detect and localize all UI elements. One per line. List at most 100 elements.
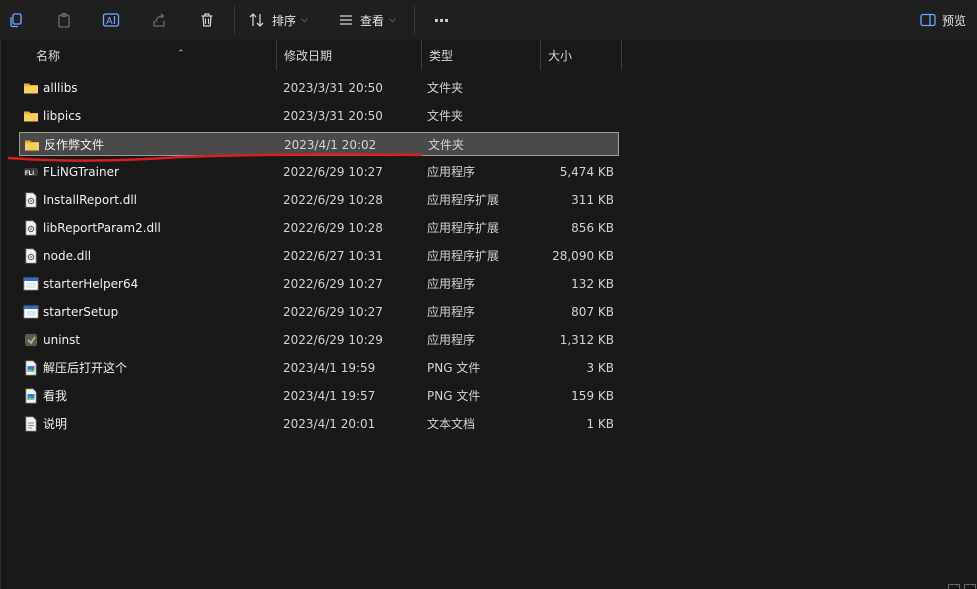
more-options-button[interactable]: ··· — [430, 6, 452, 34]
file-name: alllibs — [43, 81, 78, 95]
file-size: 28,090 KB — [552, 249, 614, 263]
folder-icon — [24, 137, 40, 153]
file-size: 5,474 KB — [559, 165, 614, 179]
trash-icon — [201, 13, 213, 27]
column-header-type-label: 类型 — [429, 49, 454, 63]
view-button[interactable]: 查看 ⌵ — [338, 6, 396, 34]
chevron-down-icon: ⌵ — [301, 15, 308, 25]
folder-icon — [23, 108, 39, 124]
file-date-modified: 2022/6/29 10:27 — [283, 277, 383, 291]
svg-text:FLi: FLi — [25, 171, 34, 177]
dll-file-icon — [23, 248, 39, 264]
file-size: 856 KB — [571, 221, 614, 235]
file-type: 文件夹 — [428, 138, 465, 152]
file-name: node.dll — [43, 249, 92, 263]
file-row[interactable]: node.dll 2022/6/27 10:31 应用程序扩展 28,090 KB — [19, 244, 619, 268]
file-row[interactable]: uninst 2022/6/29 10:29 应用程序 1,312 KB — [19, 328, 619, 352]
folder-icon — [23, 80, 39, 96]
file-date-modified: 2022/6/27 10:31 — [283, 249, 383, 263]
file-date-modified: 2022/6/29 10:27 — [283, 305, 383, 319]
file-type: 应用程序扩展 — [427, 221, 500, 235]
image-file-icon — [23, 388, 39, 404]
share-icon — [153, 13, 165, 27]
share-button[interactable] — [149, 6, 169, 34]
delete-button[interactable] — [197, 6, 217, 34]
file-date-modified: 2023/4/1 19:59 — [283, 361, 376, 375]
copy-button[interactable] — [6, 6, 26, 34]
file-date-modified: 2023/4/1 19:57 — [283, 389, 376, 403]
rename-button[interactable]: A — [101, 6, 121, 34]
file-type: 文本文档 — [427, 417, 476, 431]
file-row[interactable]: libpics 2023/3/31 20:50 文件夹 — [19, 104, 619, 128]
file-row[interactable]: libReportParam2.dll 2022/6/29 10:28 应用程序扩展… — [19, 216, 619, 240]
file-row[interactable]: FLi FLiNGTrainer 2022/6/29 10:27 应用程序 5,474 … — [19, 160, 619, 184]
file-type: 应用程序 — [427, 165, 476, 179]
file-size: 311 KB — [571, 193, 614, 207]
trainer-app-icon: FLi — [23, 164, 39, 180]
file-date-modified: 2023/3/31 20:50 — [283, 81, 383, 95]
file-name: 反作弊文件 — [44, 138, 105, 152]
column-header-name[interactable]: 名称 ⌃ — [29, 40, 277, 70]
file-date-modified: 2022/6/29 10:28 — [283, 221, 383, 235]
file-type: 文件夹 — [427, 81, 464, 95]
command-bar: A 排序 ⌵ 查看 ⌵ ··· 预览 — [0, 0, 977, 40]
paste-icon — [58, 12, 70, 28]
column-header-size-label: 大小 — [548, 49, 573, 63]
file-name: starterSetup — [43, 305, 119, 319]
file-size: 1 KB — [586, 417, 614, 431]
column-header-size[interactable]: 大小 — [541, 40, 622, 70]
more-icon: ··· — [433, 10, 449, 30]
file-type: 应用程序扩展 — [427, 249, 500, 263]
preview-label: 预览 — [942, 13, 967, 28]
view-list-icon — [340, 15, 352, 25]
image-file-icon — [23, 360, 39, 376]
dll-file-icon — [23, 192, 39, 208]
file-type: 应用程序扩展 — [427, 193, 500, 207]
file-name: 看我 — [43, 389, 68, 403]
file-size — [549, 76, 614, 100]
file-name: 说明 — [43, 417, 68, 431]
file-type: 应用程序 — [427, 305, 476, 319]
uninstaller-icon — [23, 332, 39, 348]
file-size: 132 KB — [571, 277, 614, 291]
text-file-icon — [23, 416, 39, 432]
file-type: 文件夹 — [427, 109, 464, 123]
toolbar-divider — [414, 6, 415, 34]
file-row[interactable]: 看我 2023/4/1 19:57 PNG 文件 159 KB — [19, 384, 619, 408]
rename-icon: A — [102, 13, 120, 27]
file-row[interactable]: 说明 2023/4/1 20:01 文本文档 1 KB — [19, 412, 619, 436]
sort-icon — [249, 13, 264, 27]
exe-window-icon — [23, 276, 39, 292]
column-header-date[interactable]: 修改日期 — [277, 40, 422, 70]
file-date-modified: 2023/4/1 20:01 — [283, 417, 376, 431]
scrollbar-corner[interactable] — [948, 583, 977, 589]
file-row[interactable]: 解压后打开这个 2023/4/1 19:59 PNG 文件 3 KB — [19, 356, 619, 380]
file-type: PNG 文件 — [427, 389, 481, 403]
file-size: 807 KB — [571, 305, 614, 319]
column-header-type[interactable]: 类型 — [422, 40, 541, 70]
file-size — [549, 104, 614, 128]
file-row[interactable]: InstallReport.dll 2022/6/29 10:28 应用程序扩展 31… — [19, 188, 619, 212]
file-name: libReportParam2.dll — [43, 221, 161, 235]
file-name: FLiNGTrainer — [43, 165, 119, 179]
file-name: InstallReport.dll — [43, 193, 138, 207]
file-row[interactable]: alllibs 2023/3/31 20:50 文件夹 — [19, 76, 619, 100]
file-row[interactable]: starterHelper64 2022/6/29 10:27 应用程序 132 KB — [19, 272, 619, 296]
file-date-modified: 2022/6/29 10:28 — [283, 193, 383, 207]
copy-icon — [10, 13, 22, 28]
svg-text:A: A — [106, 16, 113, 27]
file-size: 3 KB — [586, 361, 614, 375]
sort-button[interactable]: 排序 ⌵ — [248, 6, 308, 34]
preview-pane-button[interactable]: 预览 — [920, 6, 966, 34]
column-header-row: 名称 ⌃ 修改日期 类型 大小 — [1, 40, 622, 70]
toolbar-divider — [234, 6, 235, 34]
file-list-pane: 名称 ⌃ 修改日期 类型 大小 alllibs 2023/3/31 20:50 文件… — [0, 40, 977, 589]
file-row-selected[interactable]: 反作弊文件 2023/4/1 20:02 文件夹 — [19, 132, 619, 156]
file-name: 解压后打开这个 — [43, 361, 128, 375]
file-size: 1,312 KB — [559, 333, 614, 347]
dll-file-icon — [23, 220, 39, 236]
sort-ascending-icon: ⌃ — [177, 49, 185, 59]
file-row[interactable]: starterSetup 2022/6/29 10:27 应用程序 807 KB — [19, 300, 619, 324]
paste-button[interactable] — [54, 6, 74, 34]
file-name: starterHelper64 — [43, 277, 139, 291]
